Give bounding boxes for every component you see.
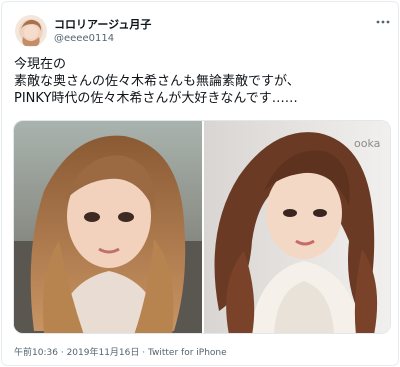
tweet-line-3: PINKY時代の佐々木希さんが大好きなんです……: [14, 91, 298, 106]
photo-right[interactable]: ooka: [204, 121, 390, 333]
author-avatar[interactable]: [15, 15, 47, 47]
meta-separator: ·: [60, 348, 64, 358]
tweet-line-1: 今現在の: [14, 57, 67, 72]
tweet-source[interactable]: Twitter for iPhone: [148, 348, 227, 358]
portrait-left-image: [14, 121, 202, 333]
ellipsis-icon: [376, 20, 390, 24]
meta-separator: ·: [142, 348, 146, 358]
photo-left[interactable]: [14, 121, 202, 333]
author-display-name[interactable]: コロリアージュ月子: [54, 16, 151, 32]
avatar-image: [15, 15, 47, 47]
tweet-card: コロリアージュ月子 @eeee0114 今現在の 素敵な奥さんの佐々木希さんも無…: [1, 1, 399, 366]
tweet-time[interactable]: 午前10:36: [14, 348, 58, 358]
author-handle[interactable]: @eeee0114: [54, 33, 114, 44]
portrait-right-image: ooka: [204, 121, 390, 333]
tweet-meta: 午前10:36 · 2019年11月16日 · Twitter for iPho…: [14, 345, 227, 358]
tweet-date[interactable]: 2019年11月16日: [67, 348, 140, 358]
tweet-line-2: 素敵な奥さんの佐々木希さんも無論素敵ですが、: [14, 74, 300, 89]
svg-text:ooka: ooka: [354, 137, 380, 150]
tweet-text: 今現在の 素敵な奥さんの佐々木希さんも無論素敵ですが、 PINKY時代の佐々木希…: [14, 56, 394, 107]
tweet-media: ooka: [13, 120, 391, 334]
more-options-icon[interactable]: [374, 14, 392, 28]
